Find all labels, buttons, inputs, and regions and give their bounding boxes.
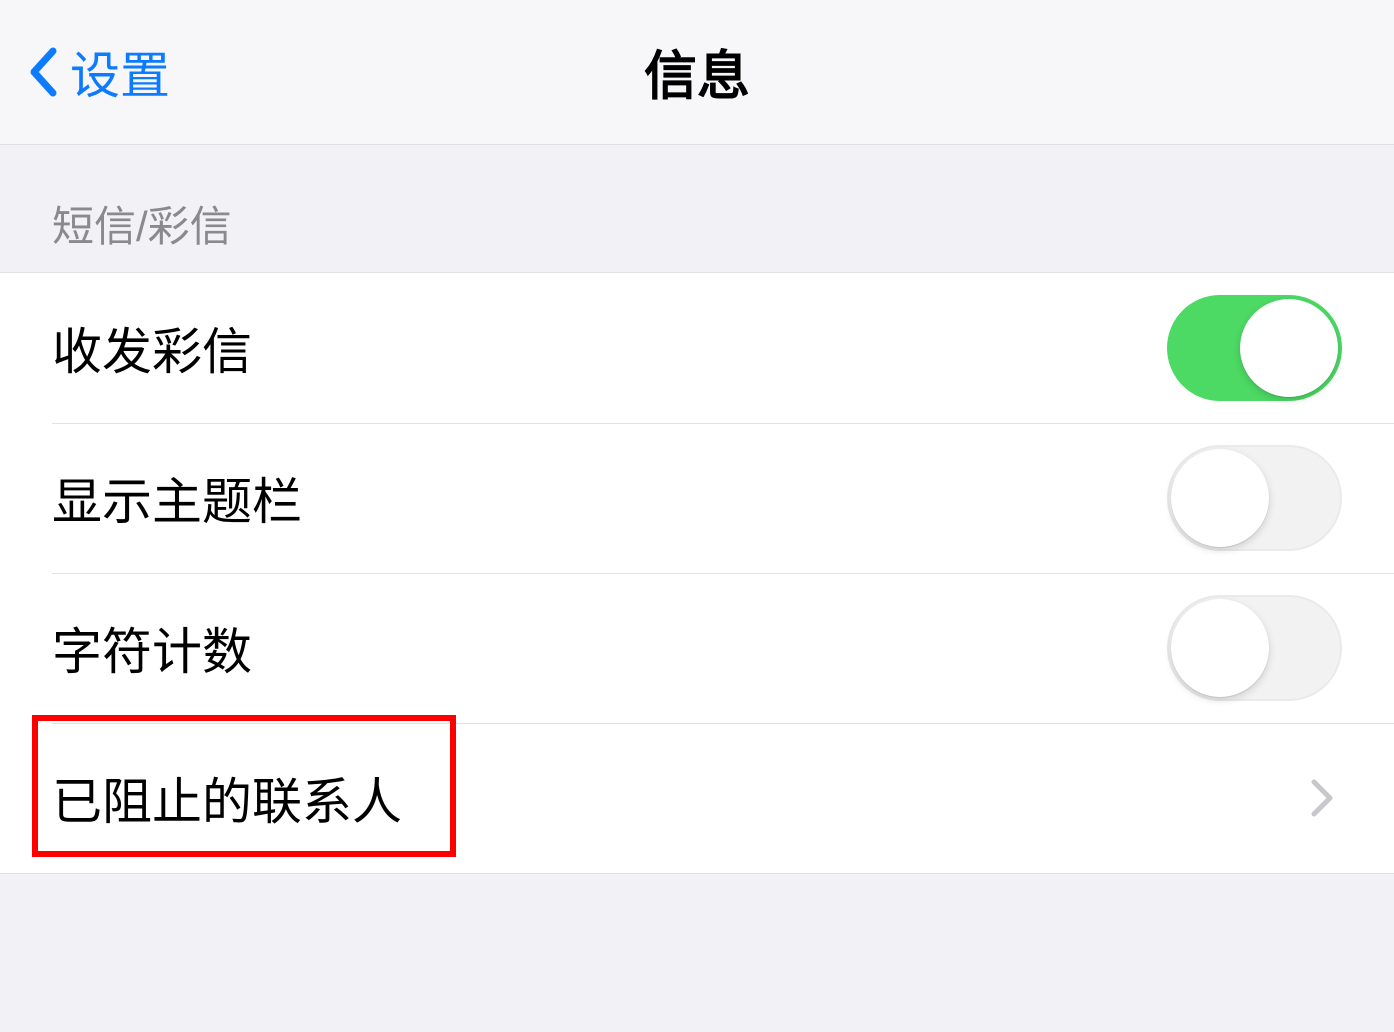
toggle-char-count[interactable]	[1167, 595, 1342, 701]
chevron-right-icon	[1310, 778, 1334, 818]
toggle-knob	[1171, 599, 1269, 697]
chevron-left-icon	[28, 47, 58, 97]
row-label: 收发彩信	[52, 312, 252, 384]
toggle-mms[interactable]	[1167, 295, 1342, 401]
settings-list: 收发彩信 显示主题栏 字符计数 已阻止的联系人	[0, 272, 1394, 874]
section-header: 短信/彩信	[0, 145, 1394, 272]
toggle-knob	[1171, 449, 1269, 547]
back-label: 设置	[70, 36, 170, 108]
toggle-knob	[1240, 299, 1338, 397]
back-button[interactable]: 设置	[0, 36, 170, 108]
page-title: 信息	[644, 34, 750, 110]
row-show-subject-field[interactable]: 显示主题栏	[0, 423, 1394, 573]
navbar: 设置 信息	[0, 0, 1394, 145]
row-character-count[interactable]: 字符计数	[0, 573, 1394, 723]
row-label: 字符计数	[52, 612, 252, 684]
row-mms-messaging[interactable]: 收发彩信	[0, 273, 1394, 423]
toggle-subject[interactable]	[1167, 445, 1342, 551]
row-label: 已阻止的联系人	[52, 762, 402, 834]
row-label: 显示主题栏	[52, 462, 302, 534]
row-blocked-contacts[interactable]: 已阻止的联系人	[0, 723, 1394, 873]
